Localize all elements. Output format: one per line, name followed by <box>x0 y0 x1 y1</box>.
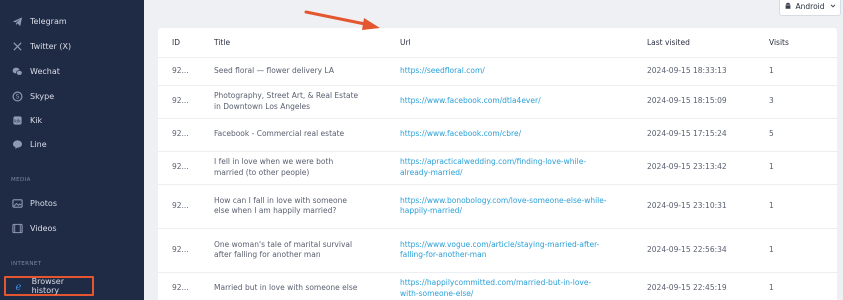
svg-text:S: S <box>15 93 19 100</box>
skype-icon: S <box>11 90 23 102</box>
cell-title: Facebook - Commercial real estate <box>214 118 400 152</box>
browser-icon: e <box>13 280 25 292</box>
cell-last-visited: 2024-09-15 23:13:42 <box>647 151 769 185</box>
history-table-card: ID Title Url Last visited Visits 92... S… <box>158 28 837 300</box>
history-table: ID Title Url Last visited Visits 92... S… <box>158 28 837 300</box>
cell-last-visited: 2024-09-15 22:45:19 <box>647 272 769 300</box>
section-label-media: MEDIA <box>11 177 31 183</box>
cell-title: Seed floral — flower delivery LA <box>214 57 400 86</box>
svg-text:kik: kik <box>14 118 21 124</box>
sidebar-item-line[interactable]: Line <box>11 135 47 153</box>
cell-visits: 1 <box>769 184 837 229</box>
table-row[interactable]: 92... Seed floral — flower delivery LA h… <box>158 57 837 86</box>
url-link[interactable]: https://seedfloral.com/ <box>400 66 485 75</box>
cell-url[interactable]: https://seedfloral.com/ <box>400 57 647 86</box>
sidebar-item-label: Skype <box>30 91 55 101</box>
sidebar-item-twitter[interactable]: Twitter (X) <box>11 37 71 55</box>
videos-icon <box>11 222 23 234</box>
cell-url[interactable]: https://happilycommitted.com/married-but… <box>400 272 647 300</box>
telegram-icon <box>11 15 23 27</box>
cell-last-visited: 2024-09-15 23:10:31 <box>647 184 769 229</box>
url-link[interactable]: https://www.vogue.com/article/staying-ma… <box>400 240 599 260</box>
url-link[interactable]: https://happilycommitted.com/married-but… <box>400 278 591 298</box>
sidebar-item-photos[interactable]: Photos <box>11 194 57 212</box>
table-row[interactable]: 92... How can I fall in love with someon… <box>158 184 837 229</box>
sidebar-item-label: Line <box>30 139 47 149</box>
sidebar: Telegram Twitter (X) Wechat S Skype kik … <box>0 0 144 300</box>
table-header-row: ID Title Url Last visited Visits <box>158 28 837 58</box>
cell-id: 92... <box>158 85 214 119</box>
section-label-internet: INTERNET <box>11 261 42 267</box>
android-icon <box>785 2 790 9</box>
chevron-down-icon <box>830 4 835 8</box>
cell-last-visited: 2024-09-15 22:56:34 <box>647 228 769 273</box>
cell-title: Photography, Street Art, & Real Estate i… <box>214 85 400 119</box>
annotation-arrow <box>304 10 380 30</box>
x-icon <box>11 40 23 52</box>
url-link[interactable]: https://www.facebook.com/cbre/ <box>400 129 521 138</box>
line-icon <box>11 138 23 150</box>
sidebar-item-telegram[interactable]: Telegram <box>11 12 67 30</box>
cell-id: 92... <box>158 151 214 185</box>
sidebar-item-label: Twitter (X) <box>30 41 72 51</box>
device-selector[interactable]: Android <box>779 0 841 16</box>
table-row[interactable]: 92... I fell in love when we were both m… <box>158 151 837 185</box>
cell-visits: 5 <box>769 118 837 152</box>
sidebar-item-browser-history[interactable]: e Browser history <box>4 276 94 296</box>
cell-url[interactable]: https://www.vogue.com/article/staying-ma… <box>400 228 647 273</box>
sidebar-item-label: Videos <box>30 223 57 233</box>
sidebar-item-label: Browser history <box>31 277 65 295</box>
sidebar-item-label: Wechat <box>30 66 60 76</box>
table-row[interactable]: 92... One woman's tale of marital surviv… <box>158 228 837 273</box>
sidebar-item-label: Kik <box>30 115 43 125</box>
cell-id: 92... <box>158 228 214 273</box>
main-content: Android ID Title Url Last visited Visits… <box>144 0 843 300</box>
sidebar-item-skype[interactable]: S Skype <box>11 87 54 105</box>
cell-url[interactable]: https://www.bonobology.com/love-someone-… <box>400 184 647 229</box>
sidebar-item-kik[interactable]: kik Kik <box>11 111 42 129</box>
cell-url[interactable]: https://www.facebook.com/cbre/ <box>400 118 647 152</box>
cell-id: 92... <box>158 272 214 300</box>
photos-icon <box>11 197 23 209</box>
cell-visits: 3 <box>769 85 837 119</box>
cell-last-visited: 2024-09-15 18:15:09 <box>647 85 769 119</box>
wechat-icon <box>11 65 23 77</box>
cell-title: I fell in love when we were both married… <box>214 151 400 185</box>
cell-url[interactable]: https://apracticalwedding.com/finding-lo… <box>400 151 647 185</box>
sidebar-item-label: Photos <box>30 198 57 208</box>
cell-id: 92... <box>158 184 214 229</box>
cell-id: 92... <box>158 57 214 86</box>
table-row[interactable]: 92... Photography, Street Art, & Real Es… <box>158 85 837 119</box>
cell-visits: 1 <box>769 272 837 300</box>
cell-visits: 1 <box>769 151 837 185</box>
column-header-title[interactable]: Title <box>214 28 400 58</box>
svg-text:e: e <box>16 282 22 292</box>
url-link[interactable]: https://www.bonobology.com/love-someone-… <box>400 196 607 216</box>
cell-title: Married but in love with someone else <box>214 272 400 300</box>
column-header-visits[interactable]: Visits <box>769 28 837 58</box>
column-header-id[interactable]: ID <box>158 28 214 58</box>
cell-url[interactable]: https://www.facebook.com/dtla4ever/ <box>400 85 647 119</box>
cell-visits: 1 <box>769 228 837 273</box>
url-link[interactable]: https://www.facebook.com/dtla4ever/ <box>400 96 541 105</box>
url-link[interactable]: https://apracticalwedding.com/finding-lo… <box>400 157 586 177</box>
top-bar: Android <box>144 0 843 22</box>
column-header-last-visited[interactable]: Last visited <box>647 28 769 58</box>
sidebar-item-wechat[interactable]: Wechat <box>11 62 60 80</box>
cell-title: One woman's tale of marital survival aft… <box>214 228 400 273</box>
column-header-url[interactable]: Url <box>400 28 647 58</box>
sidebar-item-videos[interactable]: Videos <box>11 219 57 237</box>
sidebar-item-label: Telegram <box>30 16 67 26</box>
table-row[interactable]: 92... Facebook - Commercial real estate … <box>158 118 837 152</box>
cell-title: How can I fall in love with someone else… <box>214 184 400 229</box>
cell-visits: 1 <box>769 57 837 86</box>
table-row[interactable]: 92... Married but in love with someone e… <box>158 272 837 300</box>
device-label: Android <box>795 1 825 11</box>
cell-last-visited: 2024-09-15 18:33:13 <box>647 57 769 86</box>
kik-icon: kik <box>11 114 23 126</box>
cell-last-visited: 2024-09-15 17:15:24 <box>647 118 769 152</box>
cell-id: 92... <box>158 118 214 152</box>
